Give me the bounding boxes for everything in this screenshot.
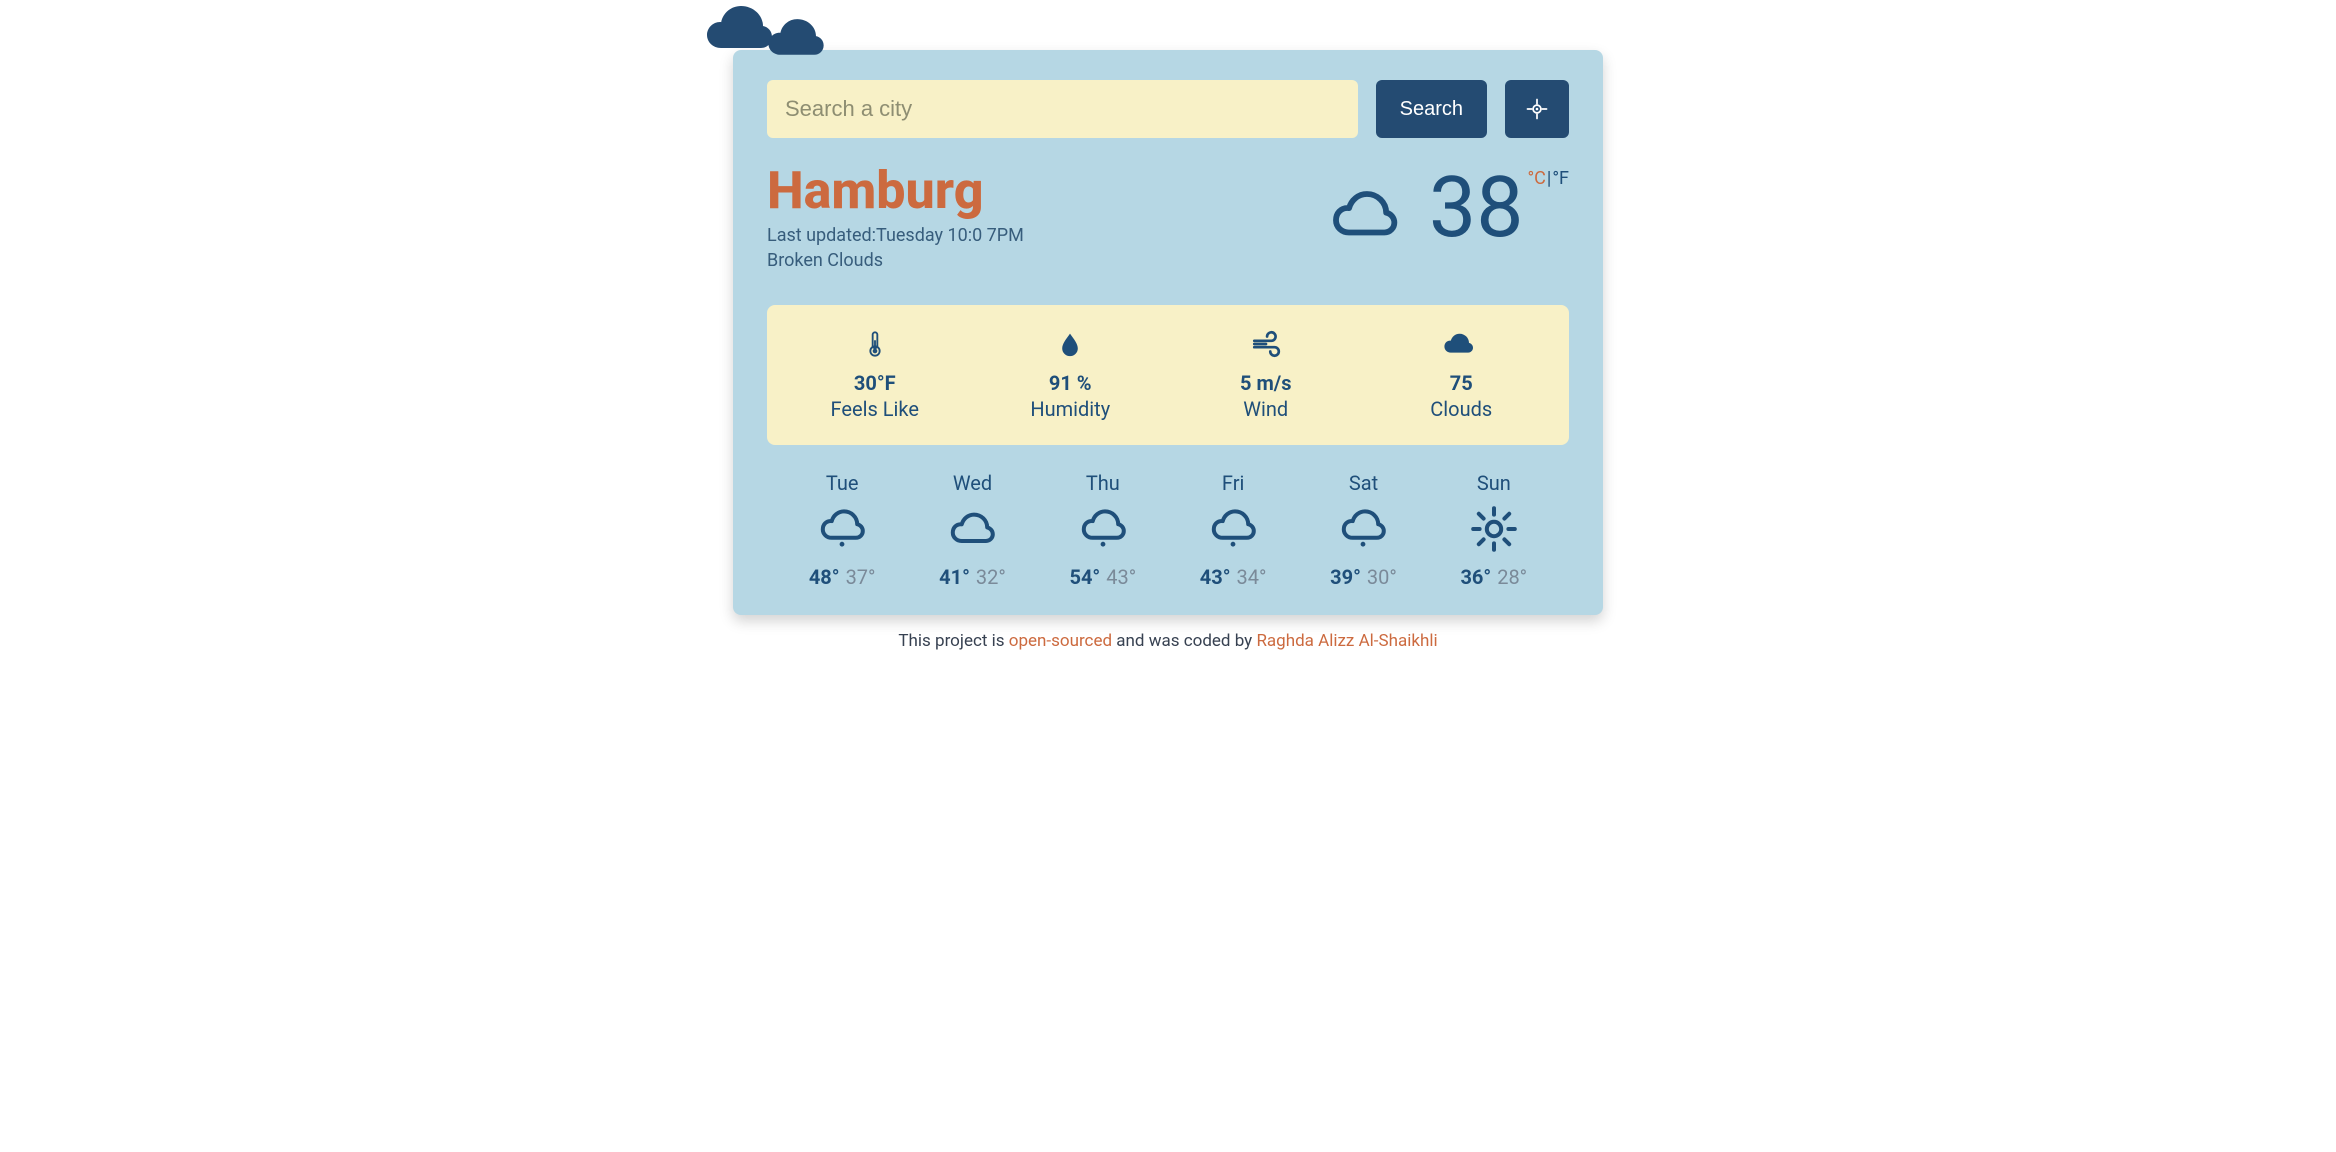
footer-text: This project is [898, 631, 1008, 651]
temperature-value: 38 [1429, 170, 1523, 246]
stat-value: 30°F [854, 371, 896, 395]
wind-icon [1246, 328, 1286, 360]
stat-label: Feels Like [831, 397, 919, 421]
open-source-link[interactable]: open-sourced [1009, 631, 1112, 651]
stats-strip: 30°F Feels Like 91 % Humidity 5 m/s Wind… [767, 305, 1569, 445]
cloud-rain-icon [818, 505, 866, 553]
footer-text: and was coded by [1112, 631, 1256, 651]
forecast-temps: 54°43° [1069, 565, 1136, 589]
forecast-hi: 54° [1069, 565, 1100, 589]
forecast-temps: 48°37° [809, 565, 876, 589]
stat-label: Clouds [1430, 397, 1492, 421]
forecast-temps: 39°30° [1330, 565, 1397, 589]
temperature-wrap: 38 °C|°F [1429, 170, 1569, 246]
search-row: Search [767, 80, 1569, 138]
forecast-row: Tue 48°37° Wed 41°32° Thu 54°43° Fri [767, 471, 1569, 589]
stat-feels-like: 30°F Feels Like [800, 327, 950, 421]
forecast-day: Sun 36°28° [1429, 471, 1559, 589]
forecast-hi: 36° [1460, 565, 1491, 589]
forecast-hi: 39° [1330, 565, 1361, 589]
cloud-rain-icon [1339, 505, 1387, 553]
unit-fahrenheit-link[interactable]: °F [1552, 168, 1569, 189]
forecast-lo: 32° [976, 565, 1006, 589]
forecast-day: Fri 43°34° [1168, 471, 1298, 589]
unit-celsius-link[interactable]: °C [1527, 168, 1545, 189]
stat-value: 5 m/s [1240, 371, 1291, 395]
forecast-temps: 41°32° [939, 565, 1006, 589]
forecast-temps: 43°34° [1200, 565, 1267, 589]
stat-label: Wind [1243, 397, 1288, 421]
current-weather-icon [1329, 180, 1399, 250]
forecast-day: Tue 48°37° [777, 471, 907, 589]
author-link[interactable]: Raghda Alizz Al-Shaikhli [1256, 631, 1437, 651]
stat-clouds: 75 Clouds [1386, 327, 1536, 421]
forecast-lo: 43° [1106, 565, 1136, 589]
forecast-day: Sat 39°30° [1298, 471, 1428, 589]
current-weather-header: Hamburg Last updated:Tuesday 10:0 7PM Br… [767, 164, 1569, 275]
geolocate-button[interactable] [1505, 80, 1569, 138]
city-search-input[interactable] [767, 80, 1358, 138]
forecast-hi: 41° [939, 565, 970, 589]
forecast-day-name: Sat [1349, 471, 1378, 495]
weather-description: Broken Clouds [767, 250, 1024, 271]
cloud-rain-icon [1079, 505, 1127, 553]
stat-value: 75 [1450, 371, 1473, 395]
cloud-solid-icon [1441, 329, 1481, 359]
sun-icon [1470, 505, 1518, 553]
forecast-day-name: Tue [826, 471, 859, 495]
stat-label: Humidity [1030, 397, 1110, 421]
weather-card: Search Hamburg Last updated:Tuesday 10:0… [733, 50, 1603, 615]
cloud-rain-icon [1209, 505, 1257, 553]
forecast-lo: 34° [1237, 565, 1267, 589]
last-updated: Last updated:Tuesday 10:0 7PM [767, 225, 1024, 246]
stat-humidity: 91 % Humidity [995, 327, 1145, 421]
footer-attribution: This project is open-sourced and was cod… [898, 631, 1437, 651]
forecast-lo: 30° [1367, 565, 1397, 589]
stat-wind: 5 m/s Wind [1191, 327, 1341, 421]
stat-value: 91 % [1049, 371, 1092, 395]
forecast-hi: 43° [1200, 565, 1231, 589]
forecast-day-name: Sun [1477, 471, 1511, 495]
weather-card-wrapper: Search Hamburg Last updated:Tuesday 10:0… [733, 10, 1603, 615]
city-name: Hamburg [767, 164, 1024, 219]
forecast-lo: 28° [1497, 565, 1527, 589]
search-button[interactable]: Search [1376, 80, 1487, 138]
city-info: Hamburg Last updated:Tuesday 10:0 7PM Br… [767, 164, 1024, 275]
forecast-day: Wed 41°32° [907, 471, 1037, 589]
cloud-icon [948, 505, 996, 553]
temperature-block: 38 °C|°F [1329, 170, 1569, 250]
forecast-day-name: Thu [1086, 471, 1120, 495]
forecast-temps: 36°28° [1460, 565, 1527, 589]
droplet-icon [1057, 328, 1083, 360]
decorative-clouds-icon [703, 0, 883, 66]
last-updated-value: Tuesday 10:0 7PM [876, 225, 1024, 246]
locate-icon [1524, 96, 1550, 122]
last-updated-label: Last updated: [767, 225, 876, 246]
unit-separator: | [1547, 168, 1551, 189]
forecast-day-name: Wed [953, 471, 992, 495]
forecast-hi: 48° [809, 565, 840, 589]
unit-switcher: °C|°F [1527, 168, 1569, 189]
forecast-lo: 37° [846, 565, 876, 589]
forecast-day: Thu 54°43° [1038, 471, 1168, 589]
forecast-day-name: Fri [1222, 471, 1244, 495]
thermometer-icon [861, 327, 889, 361]
